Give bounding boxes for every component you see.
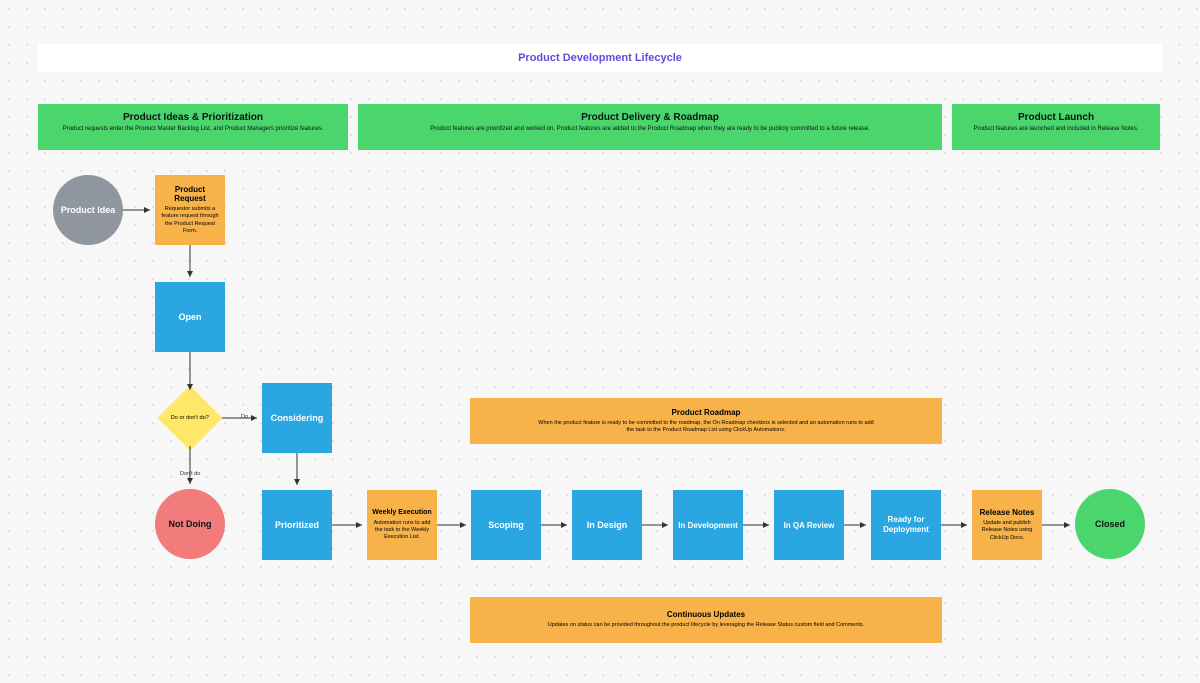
lane-delivery: Product Delivery & Roadmap Product featu… [358,104,942,150]
lane-launch: Product Launch Product features are laun… [952,104,1160,150]
node-roadmap-title: Product Roadmap [672,408,741,417]
node-product-roadmap[interactable]: Product Roadmap When the product feature… [470,398,942,444]
lane-delivery-title: Product Delivery & Roadmap [358,112,942,123]
lane-ideas-title: Product Ideas & Prioritization [38,112,348,123]
node-in-qa-review[interactable]: In QA Review [774,490,844,560]
node-product-request[interactable]: Product Request Requestor submits a feat… [155,175,225,245]
node-product-idea[interactable]: Product Idea [53,175,123,245]
node-weekly-execution[interactable]: Weekly Execution Automation runs to add … [367,490,437,560]
lane-delivery-sub: Product features are prioritized and wor… [358,126,942,132]
lane-launch-title: Product Launch [952,112,1160,123]
node-roadmap-sub: When the product feature is ready to be … [474,420,938,434]
node-continuous-title: Continuous Updates [667,610,745,619]
node-in-design[interactable]: In Design [572,490,642,560]
lane-launch-sub: Product features are launched and includ… [952,126,1160,132]
node-product-request-title: Product Request [159,185,221,203]
node-decision[interactable]: Do or don't do? [167,395,213,441]
node-ready-for-deployment[interactable]: Ready for Deployment [871,490,941,560]
edge-label-dont-do: Don't do [180,471,200,477]
node-decision-label: Do or don't do? [171,415,209,422]
node-release-notes-title: Release Notes [980,508,1035,517]
diagram-title: Product Development Lifecycle [38,44,1162,72]
lane-ideas: Product Ideas & Prioritization Product r… [38,104,348,150]
node-in-development[interactable]: In Development [673,490,743,560]
node-release-notes-sub: Update and publish Release Notes using C… [976,520,1038,541]
node-prioritized[interactable]: Prioritized [262,490,332,560]
node-open[interactable]: Open [155,282,225,352]
node-release-notes[interactable]: Release Notes Update and publish Release… [972,490,1042,560]
node-scoping[interactable]: Scoping [471,490,541,560]
node-closed[interactable]: Closed [1075,489,1145,559]
lane-ideas-sub: Product requests enter the Product Maste… [38,126,348,132]
node-continuous-updates[interactable]: Continuous Updates Updates on status can… [470,597,942,643]
node-product-request-sub: Requestor submits a feature request thro… [159,206,221,235]
edge-label-do: Do [241,414,248,420]
node-weekly-sub: Automation runs to add the task to the W… [371,520,433,541]
node-weekly-title: Weekly Execution [372,509,431,517]
node-continuous-sub: Updates on status can be provided throug… [548,622,864,629]
node-not-doing[interactable]: Not Doing [155,489,225,559]
node-considering[interactable]: Considering [262,383,332,453]
